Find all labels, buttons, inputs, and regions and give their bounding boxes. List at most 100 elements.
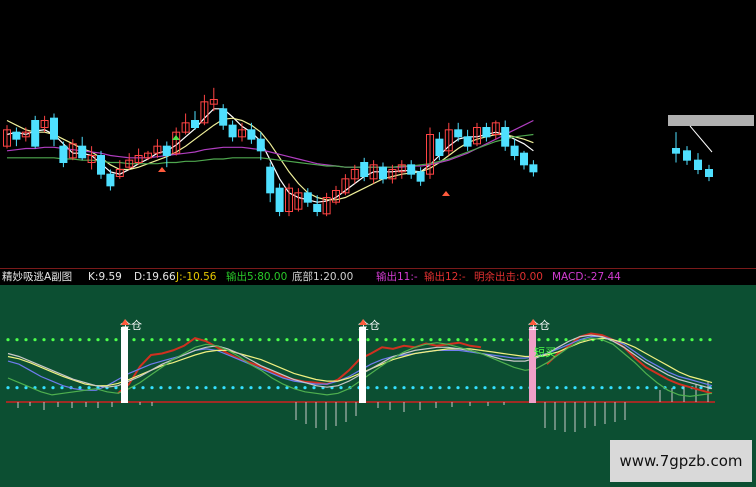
level-80-dot xyxy=(465,338,469,342)
level-20-dot xyxy=(159,386,163,390)
arrow-marker xyxy=(158,167,166,172)
candle-body xyxy=(228,124,237,138)
level-80-dot xyxy=(96,338,100,342)
readout-macd-label: MACD: xyxy=(552,271,588,283)
candle-body xyxy=(510,145,519,157)
readout-output12-label: 输出12: xyxy=(424,271,462,283)
level-20-dot xyxy=(636,386,640,390)
level-80-dot xyxy=(105,338,109,342)
arrow-marker xyxy=(442,191,450,196)
level-20-dot xyxy=(150,386,154,390)
candle-body xyxy=(379,166,387,180)
level-80-dot xyxy=(510,338,514,342)
watermark: www.7gpzb.com xyxy=(610,440,752,482)
level-80-dot xyxy=(420,338,424,342)
level-20-dot xyxy=(420,386,424,390)
candle-body xyxy=(191,120,199,128)
level-20-dot xyxy=(519,386,523,390)
readout-output11: 输出11:- xyxy=(376,270,418,284)
level-20-dot xyxy=(546,386,550,390)
readout-output5-label: 输出5: xyxy=(226,271,258,283)
readout-k-label: K: xyxy=(88,271,99,283)
level-20-dot xyxy=(51,386,55,390)
level-20-dot xyxy=(645,386,649,390)
readout-output12: 输出12:- xyxy=(424,270,466,284)
level-80-dot xyxy=(636,338,640,342)
level-80-dot xyxy=(15,338,19,342)
readout-j: J:-10.56 xyxy=(176,270,217,284)
candle-body xyxy=(463,136,472,147)
level-80-dot xyxy=(42,338,46,342)
level-20-dot xyxy=(510,386,514,390)
level-20-dot xyxy=(78,386,82,390)
level-20-dot xyxy=(168,386,172,390)
level-20-dot xyxy=(375,386,379,390)
candle-body xyxy=(407,164,416,175)
readout-output5: 输出5:80.00 xyxy=(226,270,287,284)
level-20-dot xyxy=(276,386,280,390)
candle-body xyxy=(97,155,105,175)
level-80-dot xyxy=(627,338,631,342)
level-80-dot xyxy=(519,338,523,342)
readout-macd-value: -27.44 xyxy=(587,271,621,283)
level-80-dot xyxy=(285,338,289,342)
level-80-dot xyxy=(681,338,685,342)
candle-body xyxy=(520,152,528,166)
readout-output11-label: 输出11: xyxy=(376,271,414,283)
level-20-dot xyxy=(492,386,496,390)
overlay-rect xyxy=(668,115,754,126)
readout-output12-value: - xyxy=(461,271,466,283)
level-20-dot xyxy=(195,386,199,390)
candle-body xyxy=(416,171,425,182)
signal-label-short-buy: 短买 xyxy=(534,345,556,359)
candle-body xyxy=(219,108,228,126)
level-80-dot xyxy=(501,338,505,342)
level-20-dot xyxy=(429,386,433,390)
candle-body xyxy=(501,127,510,147)
level-20-dot xyxy=(465,386,469,390)
level-80-dot xyxy=(546,338,550,342)
stock-chart-window: { "indicator_name": "精妙吸逃A副图", "readouts… xyxy=(0,0,756,487)
level-80-dot xyxy=(186,338,190,342)
level-80-dot xyxy=(222,338,226,342)
level-80-dot xyxy=(366,338,370,342)
level-20-dot xyxy=(483,386,487,390)
level-80-dot xyxy=(474,338,478,342)
candle-right-body xyxy=(672,148,680,154)
level-80-dot xyxy=(294,338,298,342)
signal-bar-2 xyxy=(359,327,366,403)
level-20-dot xyxy=(438,386,442,390)
level-80-dot xyxy=(564,338,568,342)
signal-bar-1 xyxy=(121,327,128,403)
candle-right-body xyxy=(683,150,691,161)
level-80-dot xyxy=(33,338,37,342)
level-20-dot xyxy=(654,386,658,390)
candle-body xyxy=(12,131,21,140)
level-80-dot xyxy=(654,338,658,342)
candle-body xyxy=(162,145,171,157)
readout-output11-value: - xyxy=(413,271,418,283)
level-80-dot xyxy=(159,338,163,342)
level-80-dot xyxy=(78,338,82,342)
readout-attack-label: 明余出击: xyxy=(474,271,520,283)
level-20-dot xyxy=(411,386,415,390)
candlestick-panel[interactable] xyxy=(0,0,756,268)
level-20-dot xyxy=(339,386,343,390)
readout-bottom1-label: 底部1: xyxy=(292,271,324,283)
level-80-dot xyxy=(393,338,397,342)
signal-markers: 全仓 全仓 全仓 短买 xyxy=(120,318,556,403)
indicator-panel[interactable]: 全仓 全仓 全仓 短买 www.7gpzb.com xyxy=(0,285,756,487)
readout-k-value: 9.59 xyxy=(98,271,122,283)
level-80-dot xyxy=(429,338,433,342)
level-80-dot xyxy=(240,338,244,342)
candle-body xyxy=(50,117,58,140)
level-80-dot xyxy=(492,338,496,342)
level-80-dot xyxy=(69,338,73,342)
level-80-dot xyxy=(321,338,325,342)
level-20-dot xyxy=(474,386,478,390)
candle-body xyxy=(482,127,491,138)
level-80-dot xyxy=(213,338,217,342)
level-20-dot xyxy=(618,386,622,390)
candle-body xyxy=(529,164,538,173)
level-80-dot xyxy=(384,338,388,342)
